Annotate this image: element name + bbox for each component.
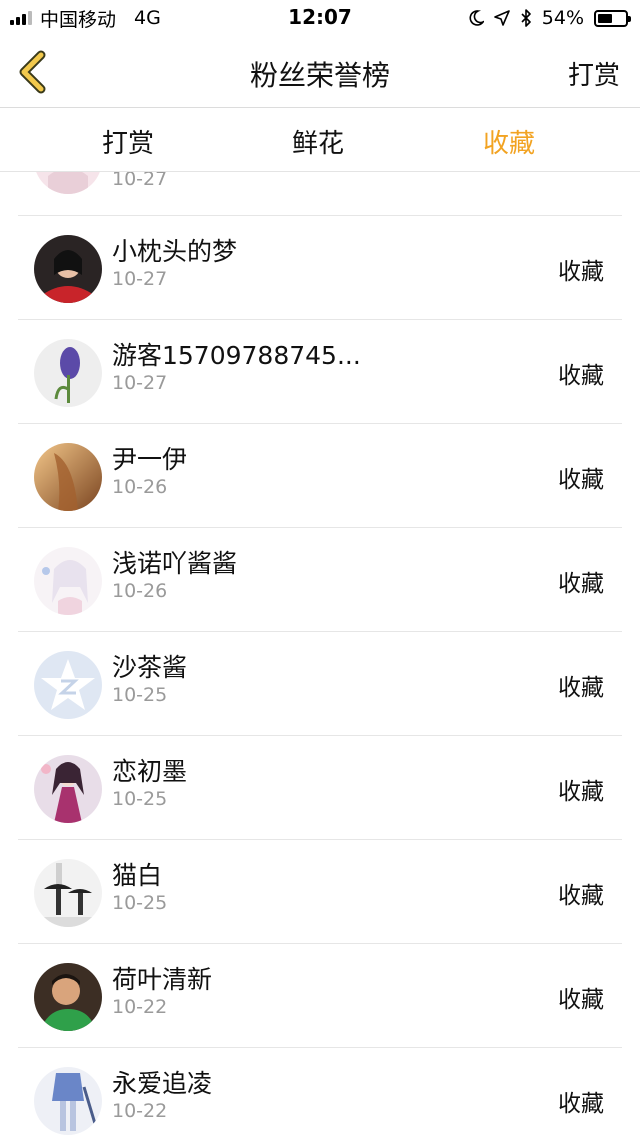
avatar xyxy=(34,755,102,823)
tab-favorites[interactable]: 收藏 xyxy=(449,123,569,160)
battery-fill xyxy=(598,13,613,23)
list-item[interactable]: 尹一伊 10-26 收藏 xyxy=(0,424,640,528)
avatar xyxy=(34,443,102,511)
user-name: 猫白 xyxy=(112,861,163,890)
battery-percent: 54% xyxy=(541,7,584,29)
date-label: 10-25 xyxy=(112,892,168,914)
avatar xyxy=(34,547,102,615)
avatar xyxy=(34,339,102,407)
date-label: 10-26 xyxy=(112,580,168,602)
list-item[interactable]: 恋初墨 10-25 收藏 xyxy=(0,736,640,840)
avatar xyxy=(34,859,102,927)
navigation-bar: 粉丝荣誉榜 打赏 xyxy=(0,36,640,108)
date-label: 10-25 xyxy=(112,788,168,810)
tab-reward[interactable]: 打赏 xyxy=(68,123,188,160)
favorite-label: 收藏 xyxy=(558,363,604,389)
avatar xyxy=(34,963,102,1031)
avatar xyxy=(34,1067,102,1135)
status-bar: 中国移动 4G 12:07 54% xyxy=(0,0,640,36)
user-name: 游客15709788745... xyxy=(112,341,361,370)
date-label: 10-26 xyxy=(112,476,168,498)
date-label: 10-27 xyxy=(112,372,168,394)
date-label: 10-22 xyxy=(112,996,168,1018)
favorite-label: 收藏 xyxy=(558,883,604,909)
list-item[interactable]: 荷叶清新 10-22 收藏 xyxy=(0,944,640,1048)
bluetooth-icon xyxy=(521,9,531,27)
user-name: 荷叶清新 xyxy=(112,965,213,994)
user-name: 小枕头的梦 xyxy=(112,237,238,266)
date-label: 10-25 xyxy=(112,684,168,706)
moon-icon xyxy=(469,10,484,26)
favorite-label: 收藏 xyxy=(558,987,604,1013)
list-item[interactable]: 小枕头的梦 10-27 收藏 xyxy=(0,216,640,320)
list-item[interactable]: 沙茶酱 10-25 收藏 xyxy=(0,632,640,736)
tab-bar: 打赏 鲜花 收藏 xyxy=(0,109,640,172)
favorite-label: 收藏 xyxy=(558,571,604,597)
location-icon xyxy=(493,10,510,26)
date-label: 10-27 xyxy=(112,268,168,290)
list-item[interactable]: 猫白 10-25 收藏 xyxy=(0,840,640,944)
favorite-label: 收藏 xyxy=(558,259,604,285)
favorite-label: 收藏 xyxy=(558,675,604,701)
avatar xyxy=(34,651,102,719)
list-item[interactable]: 浅诺吖酱酱 10-26 收藏 xyxy=(0,528,640,632)
tab-flowers[interactable]: 鲜花 xyxy=(258,123,378,160)
favorite-label: 收藏 xyxy=(558,779,604,805)
status-right: 54% xyxy=(468,6,631,30)
list-item[interactable]: 游客15709788745... 10-27 收藏 xyxy=(0,320,640,424)
reward-button[interactable]: 打赏 xyxy=(568,55,620,92)
user-name: 尹一伊 xyxy=(112,445,188,474)
fans-list[interactable]: 10-27 小枕头的梦 10-27 收藏 游客15709788745... 10… xyxy=(0,112,640,1139)
user-name: 恋初墨 xyxy=(112,757,188,786)
user-name: 永爱追凌 xyxy=(112,1069,213,1098)
user-name: 浅诺吖酱酱 xyxy=(112,549,238,578)
battery-icon xyxy=(594,9,631,27)
avatar xyxy=(34,235,102,303)
page-title: 粉丝荣誉榜 xyxy=(249,59,390,92)
list-item[interactable]: 永爱追凌 10-22 收藏 xyxy=(0,1048,640,1139)
favorite-label: 收藏 xyxy=(558,1091,604,1117)
user-name: 沙茶酱 xyxy=(112,653,188,682)
favorite-label: 收藏 xyxy=(558,467,604,493)
date-label: 10-22 xyxy=(112,1100,168,1122)
